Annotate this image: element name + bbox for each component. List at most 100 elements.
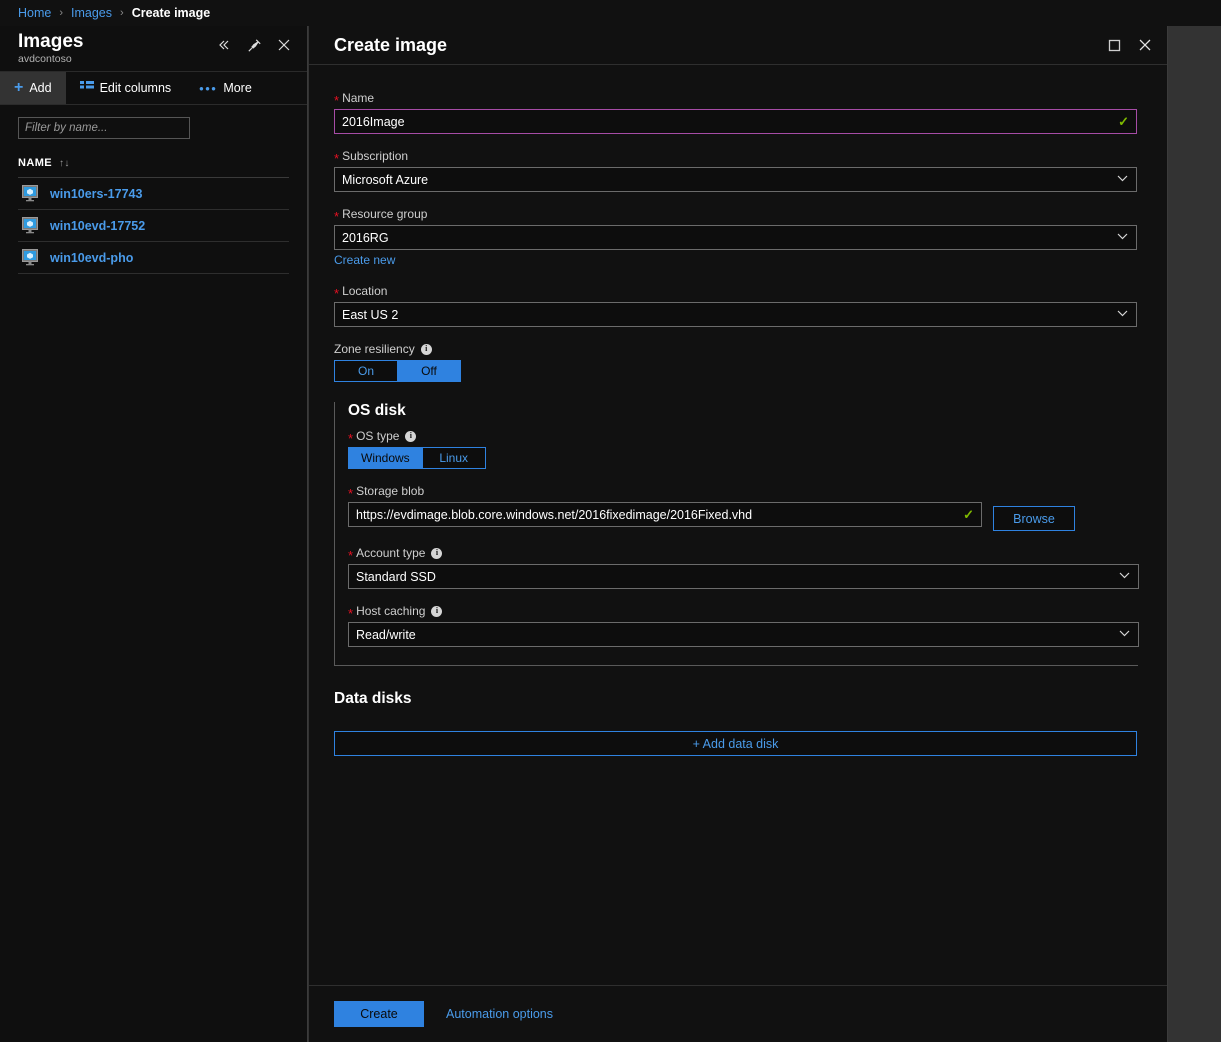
os-type-option-linux[interactable]: Linux <box>422 447 486 469</box>
breadcrumb-home[interactable]: Home <box>18 6 51 20</box>
subscription-dropdown[interactable]: Microsoft Azure <box>334 167 1137 192</box>
zone-resiliency-option-on[interactable]: On <box>334 360 398 382</box>
label-text: Resource group <box>342 207 427 221</box>
monitor-image-glyph-icon <box>22 185 41 202</box>
required-marker: * <box>334 94 339 107</box>
storage-blob-input-group: * Storage blob ✓ <box>348 484 982 527</box>
field-name-label: * Name <box>334 91 1142 105</box>
images-blade-header: Images avdcontoso <box>0 26 307 72</box>
monitor-image-glyph-icon <box>22 217 41 234</box>
create-image-form: * Name ✓ * Subscription Microsoft Azure <box>309 66 1167 985</box>
sort-icon[interactable]: ↑↓ <box>59 158 70 169</box>
required-marker: * <box>348 432 353 445</box>
image-resource-icon <box>22 217 41 234</box>
columns-icon <box>80 81 94 95</box>
close-icon[interactable] <box>271 32 297 58</box>
filter-by-name-input[interactable] <box>18 117 190 139</box>
create-button[interactable]: Create <box>334 1001 424 1027</box>
edit-columns-button[interactable]: Edit columns <box>66 72 186 104</box>
field-account-type: * Account type i Standard SSD <box>348 546 1138 589</box>
image-resource-icon <box>22 185 41 202</box>
create-new-resource-group-link[interactable]: Create new <box>334 253 395 267</box>
location-selected-value: East US 2 <box>342 308 398 322</box>
breadcrumb-current: Create image <box>132 6 211 20</box>
breadcrumb-separator: › <box>120 7 124 19</box>
host-caching-dropdown[interactable]: Read/write <box>348 622 1139 647</box>
field-host-caching-label: * Host caching i <box>348 604 1138 618</box>
columns-glyph-icon <box>80 81 94 92</box>
plus-icon: + <box>14 80 23 96</box>
table-row[interactable]: win10evd-pho <box>18 242 289 274</box>
field-location-label: * Location <box>334 284 1142 298</box>
zone-resiliency-option-off[interactable]: Off <box>397 360 461 382</box>
storage-blob-input-wrapper: ✓ <box>348 502 982 527</box>
name-input[interactable] <box>334 109 1137 134</box>
close-icon[interactable] <box>1131 32 1159 58</box>
name-input-wrapper: ✓ <box>334 109 1137 134</box>
resource-group-selected-value: 2016RG <box>342 231 389 245</box>
column-header-name[interactable]: NAME <box>18 157 52 169</box>
ellipsis-icon: ••• <box>199 82 217 95</box>
breadcrumb: Home › Images › Create image <box>0 0 1221 26</box>
required-marker: * <box>348 549 353 562</box>
label-text: Storage blob <box>356 484 424 498</box>
blade-footer: Create Automation options <box>309 985 1167 1042</box>
more-button[interactable]: ••• More <box>185 72 266 104</box>
field-account-type-label: * Account type i <box>348 546 1138 560</box>
field-storage-blob: * Storage blob ✓ Browse <box>348 484 1138 531</box>
add-button[interactable]: + Add <box>0 72 66 104</box>
field-resource-group-label: * Resource group <box>334 207 1142 221</box>
table-row[interactable]: win10evd-17752 <box>18 210 289 242</box>
table-header-row: NAME ↑↓ <box>18 157 289 178</box>
info-icon[interactable]: i <box>421 344 432 355</box>
page-subtitle: avdcontoso <box>18 53 83 65</box>
label-text: Location <box>342 284 387 298</box>
x-glyph-icon <box>277 38 291 52</box>
os-disk-section: OS disk * OS type i Windows Linux * Stor… <box>334 402 1138 666</box>
label-text: Account type <box>356 546 425 560</box>
monitor-image-glyph-icon <box>22 249 41 266</box>
info-icon[interactable]: i <box>405 431 416 442</box>
info-icon[interactable]: i <box>431 548 442 559</box>
automation-options-link[interactable]: Automation options <box>446 1007 553 1021</box>
images-blade-actions <box>211 32 297 58</box>
browse-button[interactable]: Browse <box>993 506 1075 531</box>
resource-group-dropdown[interactable]: 2016RG <box>334 225 1137 250</box>
field-host-caching: * Host caching i Read/write <box>348 604 1138 647</box>
field-os-type: * OS type i Windows Linux <box>348 429 1138 469</box>
collapse-icon[interactable] <box>211 32 237 58</box>
images-table: NAME ↑↓ win10ers-17743 <box>0 157 307 274</box>
chevron-glyph-icon <box>1119 572 1130 579</box>
more-button-label: More <box>223 81 251 95</box>
images-title-block: Images avdcontoso <box>0 32 83 65</box>
table-row-name[interactable]: win10evd-pho <box>50 251 133 265</box>
pin-glyph-icon <box>247 38 262 53</box>
os-type-toggle: Windows Linux <box>348 447 1138 469</box>
chevron-down-icon <box>1117 232 1128 243</box>
table-row-name[interactable]: win10evd-17752 <box>50 219 145 233</box>
account-type-dropdown[interactable]: Standard SSD <box>348 564 1139 589</box>
breadcrumb-separator: › <box>59 7 63 19</box>
location-dropdown[interactable]: East US 2 <box>334 302 1137 327</box>
data-disks-section: Data disks + Add data disk <box>334 690 1142 756</box>
maximize-icon[interactable] <box>1100 32 1128 58</box>
os-type-option-windows[interactable]: Windows <box>348 447 423 469</box>
field-resource-group: * Resource group 2016RG Create new <box>334 207 1142 269</box>
chevron-down-icon <box>1117 309 1128 320</box>
chevron-glyph-icon <box>1119 630 1130 637</box>
required-marker: * <box>334 210 339 223</box>
label-text: Name <box>342 91 374 105</box>
field-subscription-label: * Subscription <box>334 149 1142 163</box>
label-text: Subscription <box>342 149 408 163</box>
info-icon[interactable]: i <box>431 606 442 617</box>
host-caching-selected-value: Read/write <box>356 628 416 642</box>
add-button-label: Add <box>29 81 51 95</box>
storage-blob-input[interactable] <box>348 502 982 527</box>
breadcrumb-images[interactable]: Images <box>71 6 112 20</box>
chevron-glyph-icon <box>1117 175 1128 182</box>
pin-icon[interactable] <box>241 32 267 58</box>
table-row[interactable]: win10ers-17743 <box>18 178 289 210</box>
chevron-down-icon <box>1117 174 1128 185</box>
add-data-disk-button[interactable]: + Add data disk <box>334 731 1137 756</box>
table-row-name[interactable]: win10ers-17743 <box>50 187 142 201</box>
